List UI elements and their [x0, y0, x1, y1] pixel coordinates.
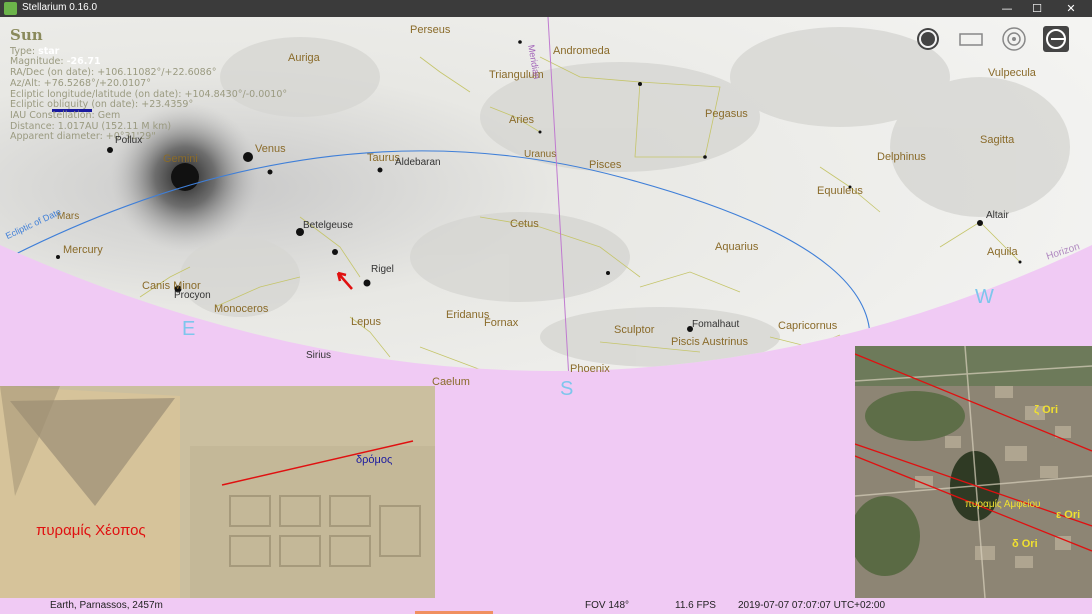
road-label: δρόμος	[356, 454, 393, 466]
label-piscis-austrinus: Piscis Austrinus	[671, 336, 749, 348]
label-sculptor: Sculptor	[614, 324, 655, 336]
label-uranus: Uranus	[524, 149, 557, 160]
label-vulpecula: Vulpecula	[988, 67, 1036, 79]
label-fomalhaut: Fomalhaut	[692, 319, 740, 330]
label-auriga: Auriga	[288, 52, 320, 64]
zeta-ori-label: ζ Ori	[1034, 404, 1059, 416]
locate-icon[interactable]	[1041, 24, 1071, 54]
label-procyon: Procyon	[174, 290, 211, 301]
label-pollux: Pollux	[115, 135, 143, 146]
maximize-button[interactable]: ☐	[1022, 0, 1052, 17]
cardinal-west: W	[975, 286, 994, 308]
label-andromeda: Andromeda	[553, 45, 610, 57]
info-azalt: Az/Alt: +76.5268°/+20.0107°	[10, 77, 151, 89]
amphion-pyramid-label: πυραμίς Αμφείου	[965, 499, 1041, 510]
label-mercury: Mercury	[63, 244, 103, 256]
stellarium-app-icon	[4, 2, 17, 15]
minimize-button[interactable]: —	[992, 0, 1022, 17]
label-aquila: Aquila	[987, 246, 1018, 258]
label-venus: Venus	[255, 143, 286, 155]
label-aquarius: Aquarius	[715, 241, 759, 253]
label-altair: Altair	[986, 210, 1009, 221]
label-monoceros: Monoceros	[214, 303, 269, 315]
screen-frame-icon[interactable]	[956, 24, 986, 54]
delta-ori-label: δ Ori	[1012, 538, 1038, 550]
label-cetus: Cetus	[510, 218, 539, 230]
epsilon-ori-label: ε Ori	[1056, 509, 1081, 521]
label-perseus: Perseus	[410, 24, 451, 36]
label-delphinus: Delphinus	[877, 151, 926, 163]
pyramid-label: πυραμίς Χέοπος	[36, 522, 146, 539]
status-fps: 11.6 FPS	[675, 600, 716, 611]
label-lepus: Lepus	[351, 316, 381, 328]
title-bar: Stellarium 0.16.0 — ☐ ✕	[0, 0, 1092, 17]
label-equuleus: Equuleus	[817, 185, 863, 197]
label-aries: Aries	[509, 114, 535, 126]
cardinal-south: S	[560, 378, 574, 400]
target-icon[interactable]	[999, 24, 1029, 54]
label-fornax: Fornax	[484, 317, 519, 329]
window-title: Stellarium 0.16.0	[22, 2, 98, 13]
object-info-panel: Sun Type: star Magnitude: -26.71 RA/Dec …	[10, 26, 287, 143]
status-location: Earth, Parnassos, 2457m	[50, 600, 163, 611]
label-aldebaran: Aldebaran	[395, 157, 441, 168]
label-capricornus: Capricornus	[778, 320, 838, 332]
label-sirius: Sirius	[306, 350, 332, 361]
label-sagitta: Sagitta	[980, 134, 1015, 146]
status-bar: Earth, Parnassos, 2457m FOV 148° 11.6 FP…	[0, 600, 1092, 614]
daylight-view-icon[interactable]	[913, 24, 943, 54]
label-pegasus: Pegasus	[705, 108, 748, 120]
label-pisces: Pisces	[589, 159, 622, 171]
label-caelum: Caelum	[432, 376, 470, 388]
close-button[interactable]: ✕	[1056, 0, 1086, 17]
status-fov: FOV 148°	[585, 600, 630, 611]
object-name: Sun	[10, 26, 43, 44]
town-aerial-photo: ζ Ori πυραμίς Αμφείου ε Ori δ Ori	[855, 346, 1092, 598]
label-eridanus: Eridanus	[446, 309, 490, 321]
status-datetime: 2019-07-07 07:07:07 UTC+02:00	[738, 600, 886, 611]
label-phoenix: Phoenix	[570, 363, 610, 375]
cardinal-east: E	[182, 318, 196, 340]
label-rigel: Rigel	[371, 264, 394, 275]
info-diameter: Apparent diameter: +0°31'29"	[10, 131, 156, 143]
label-betelgeuse: Betelgeuse	[303, 220, 354, 231]
label-gemini: Gemini	[163, 153, 198, 165]
pyramid-aerial-photo: πυραμίς Χέοπος δρόμος	[0, 386, 435, 598]
